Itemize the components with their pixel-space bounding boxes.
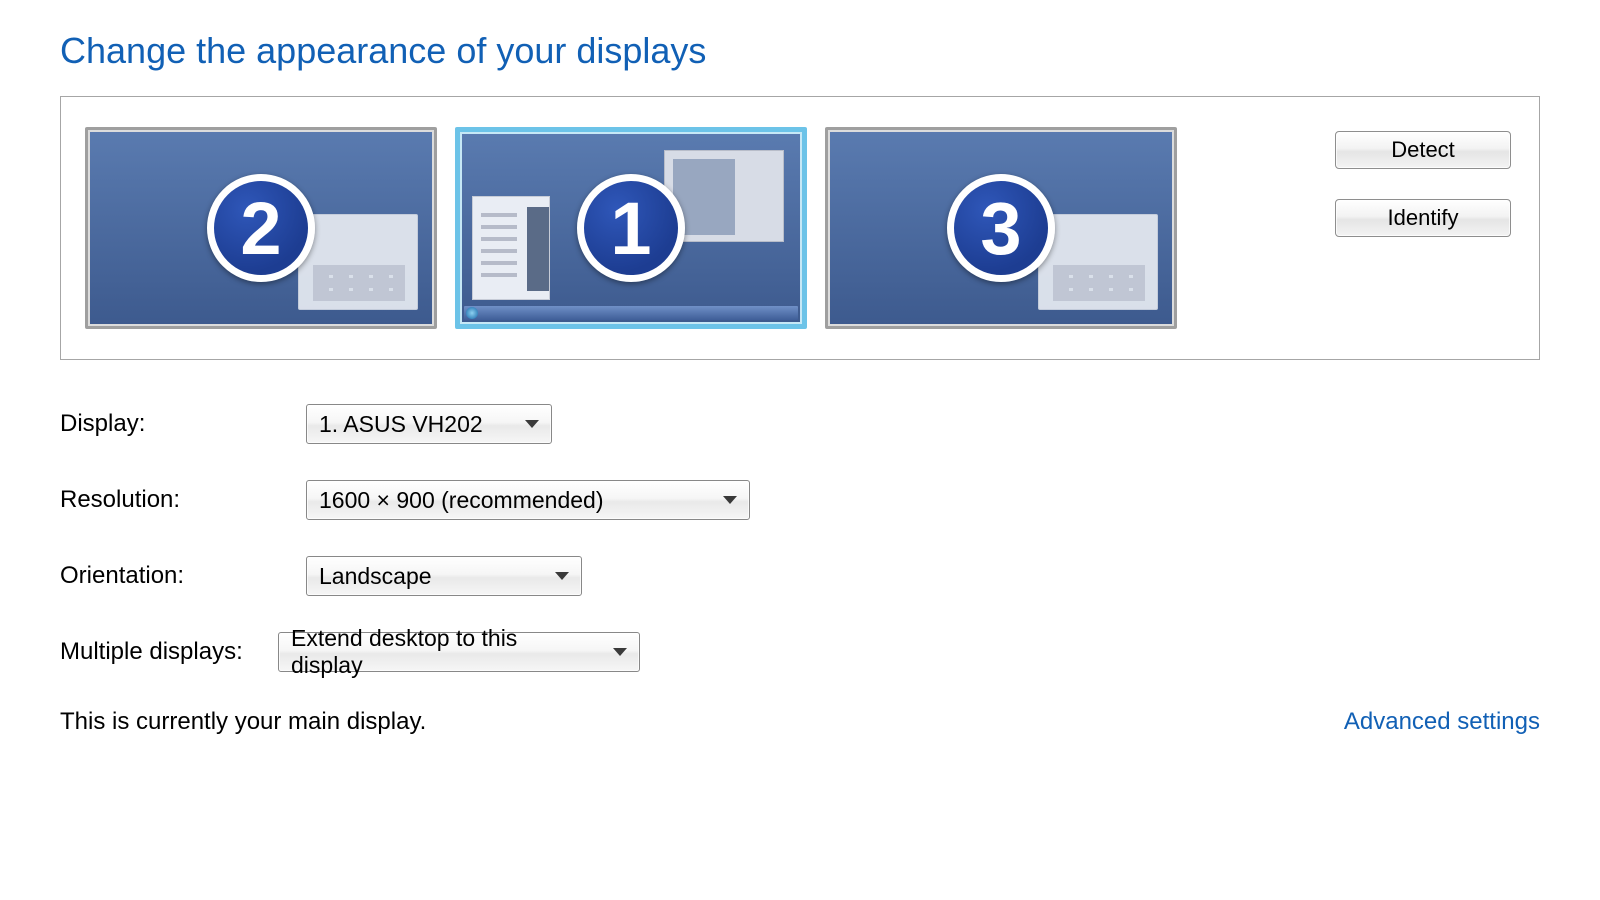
- calendar-icon: [298, 214, 418, 310]
- dropdown-resolution[interactable]: 1600 × 900 (recommended): [306, 480, 750, 520]
- settings-form: Display: 1. ASUS VH202 Resolution: 1600 …: [60, 404, 1540, 672]
- row-resolution: Resolution: 1600 × 900 (recommended): [60, 480, 1540, 520]
- monitor-number-badge: 1: [577, 174, 685, 282]
- monitor-3[interactable]: 3: [825, 127, 1177, 329]
- monitor-number-badge: 3: [947, 174, 1055, 282]
- advanced-settings-link[interactable]: Advanced settings: [1344, 708, 1540, 736]
- dropdown-multiple-displays-value: Extend desktop to this display: [291, 625, 595, 679]
- label-multiple-displays: Multiple displays:: [60, 638, 278, 666]
- dropdown-orientation-value: Landscape: [319, 563, 432, 590]
- chevron-down-icon: [555, 572, 569, 580]
- calendar-icon: [1038, 214, 1158, 310]
- footer-row: This is currently your main display. Adv…: [60, 708, 1540, 736]
- monitor-2[interactable]: 2: [85, 127, 437, 329]
- display-settings-page: Change the appearance of your displays 2…: [0, 0, 1600, 756]
- monitor-number: 1: [610, 186, 651, 271]
- main-display-status: This is currently your main display.: [60, 708, 426, 736]
- identify-button[interactable]: Identify: [1335, 199, 1511, 237]
- chevron-down-icon: [525, 420, 539, 428]
- chevron-down-icon: [723, 496, 737, 504]
- dropdown-resolution-value: 1600 × 900 (recommended): [319, 487, 603, 514]
- monitor-1[interactable]: 1: [455, 127, 807, 329]
- row-display: Display: 1. ASUS VH202: [60, 404, 1540, 444]
- taskbar-icon: [464, 306, 798, 320]
- monitor-number: 2: [240, 186, 281, 271]
- row-multiple-displays: Multiple displays: Extend desktop to thi…: [60, 632, 1540, 672]
- label-display: Display:: [60, 410, 306, 438]
- dropdown-display-value: 1. ASUS VH202: [319, 411, 483, 438]
- row-orientation: Orientation: Landscape: [60, 556, 1540, 596]
- panel-icon: [472, 196, 550, 300]
- monitor-number: 3: [980, 186, 1021, 271]
- label-orientation: Orientation:: [60, 562, 306, 590]
- monitors-area: 2 1 3: [85, 127, 1177, 329]
- detect-button[interactable]: Detect: [1335, 131, 1511, 169]
- dropdown-display[interactable]: 1. ASUS VH202: [306, 404, 552, 444]
- page-title: Change the appearance of your displays: [60, 30, 1540, 72]
- dropdown-orientation[interactable]: Landscape: [306, 556, 582, 596]
- label-resolution: Resolution:: [60, 486, 306, 514]
- monitor-number-badge: 2: [207, 174, 315, 282]
- side-buttons: Detect Identify: [1335, 127, 1515, 237]
- display-arrangement-panel: 2 1 3 Detect Identify: [60, 96, 1540, 360]
- dropdown-multiple-displays[interactable]: Extend desktop to this display: [278, 632, 640, 672]
- chevron-down-icon: [613, 648, 627, 656]
